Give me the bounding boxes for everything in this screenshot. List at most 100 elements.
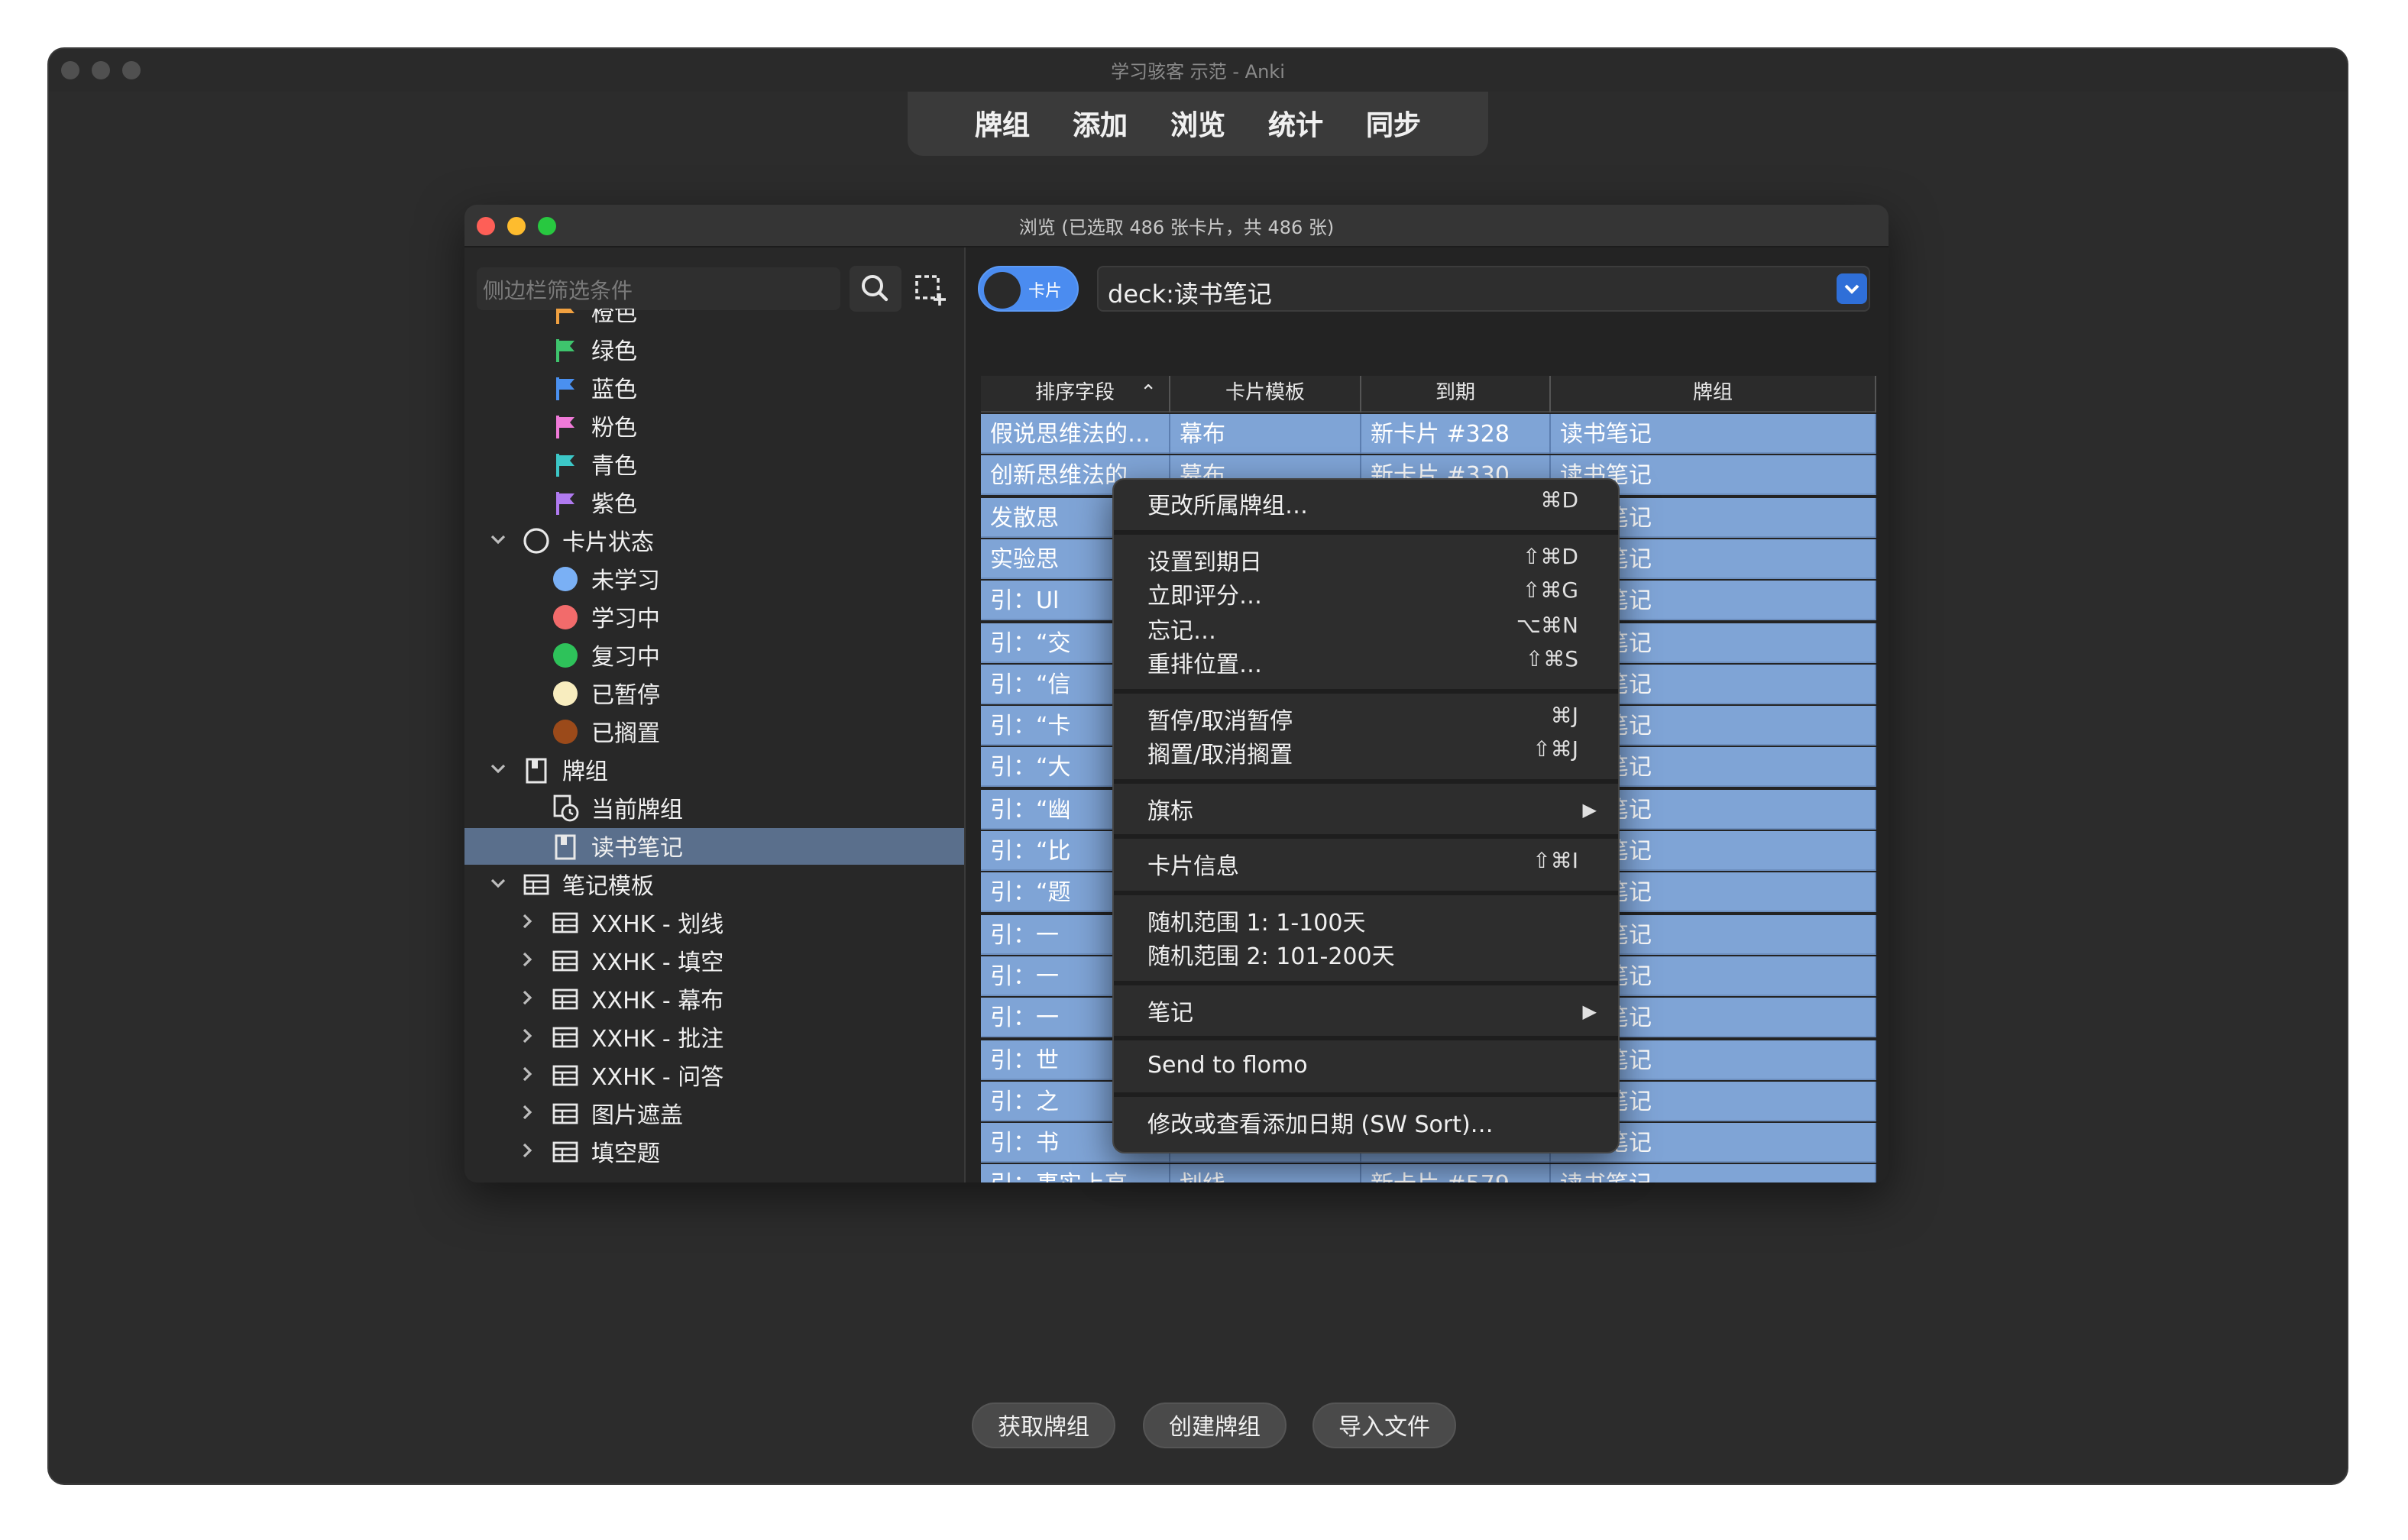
chevron-right-icon[interactable] xyxy=(516,911,538,932)
select-tool-icon[interactable] xyxy=(911,269,950,309)
menu-item[interactable]: 笔记 ▶ xyxy=(1147,995,1597,1029)
sidebar-item[interactable]: XXHK - 问答 xyxy=(464,1057,964,1094)
sidebar-item-label: 学习中 xyxy=(591,605,661,632)
menu-shortcut: ⌘D xyxy=(1540,489,1578,513)
column-sort-field[interactable]: 排序字段 ⌃ xyxy=(981,376,1170,412)
menu-item[interactable]: 随机范围 2: 101-200天 xyxy=(1147,940,1584,973)
sidebar-item[interactable]: 牌组 xyxy=(464,752,964,788)
chevron-down-icon[interactable] xyxy=(487,872,509,894)
menu-item[interactable]: 搁置/取消搁置 ⇧⌘J xyxy=(1147,738,1584,772)
deck-icon xyxy=(552,833,579,860)
sidebar-item[interactable]: XXHK - 批注 xyxy=(464,1019,964,1056)
toolbar-stats[interactable]: 统计 xyxy=(1256,98,1335,150)
table-cell: 划线 xyxy=(1170,1164,1361,1182)
sidebar-item-label: XXHK - 幕布 xyxy=(591,987,724,1014)
anki-main-window: 学习骇客 示范 - Anki 牌组 添加 浏览 统计 同步 获取牌组 创建牌组 … xyxy=(49,49,2347,1483)
sidebar-item[interactable]: 当前牌组 xyxy=(464,790,964,827)
sidebar-item[interactable]: 已搁置 xyxy=(464,713,964,750)
toolbar-browse[interactable]: 浏览 xyxy=(1158,98,1238,150)
table-row[interactable]: 引：事实上高…划线新卡片 #579读书笔记 xyxy=(981,1164,1876,1182)
cards-notes-toggle[interactable]: 卡片 xyxy=(978,266,1079,312)
toggle-knob xyxy=(984,272,1021,309)
sort-ascending-icon: ⌃ xyxy=(1140,382,1157,405)
sidebar-item[interactable]: 橙色 xyxy=(464,309,964,330)
menu-shortcut: ⇧⌘J xyxy=(1533,738,1578,762)
sidebar-item[interactable]: XXHK - 填空 xyxy=(464,943,964,979)
chevron-right-icon[interactable] xyxy=(516,949,538,970)
menu-item-label: 随机范围 2: 101-200天 xyxy=(1147,943,1395,970)
menu-item[interactable]: 随机范围 1: 1-100天 xyxy=(1147,905,1584,939)
sidebar-item[interactable]: XXHK - 划线 xyxy=(464,904,964,941)
submenu-arrow-icon: ▶ xyxy=(1582,1000,1597,1021)
sidebar-item[interactable]: 绿色 xyxy=(464,332,964,368)
sidebar-item-label: 牌组 xyxy=(562,758,609,785)
menu-item[interactable]: 卡片信息 ⇧⌘I xyxy=(1147,849,1584,883)
search-query-input[interactable]: deck:读书笔记 xyxy=(1097,266,1870,312)
sidebar-item[interactable]: 读书笔记 xyxy=(464,828,964,865)
menu-item[interactable]: 旗标 ▶ xyxy=(1147,794,1597,827)
sidebar-item[interactable]: XXHK - 幕布 xyxy=(464,981,964,1017)
menu-shortcut: ⇧⌘D xyxy=(1522,545,1578,569)
table-cell: 幕布 xyxy=(1170,414,1361,454)
menu-separator xyxy=(1114,980,1618,985)
menu-item[interactable]: 忘记… ⌥⌘N xyxy=(1147,613,1584,647)
column-due[interactable]: 到期 xyxy=(1361,376,1551,412)
sidebar-item[interactable]: 未学习 xyxy=(464,561,964,597)
menu-item-label: 更改所属牌组… xyxy=(1147,492,1309,519)
sidebar-item-label: 绿色 xyxy=(591,338,638,365)
chevron-right-icon[interactable] xyxy=(516,1140,538,1161)
sidebar-item[interactable]: 已暂停 xyxy=(464,675,964,712)
sidebar-item[interactable]: 青色 xyxy=(464,446,964,483)
menu-separator xyxy=(1114,778,1618,783)
main-toolbar: 牌组 添加 浏览 统计 同步 xyxy=(908,92,1488,156)
chevron-right-icon[interactable] xyxy=(516,1063,538,1085)
sidebar-item[interactable]: 填空题 xyxy=(464,1134,964,1170)
menu-shortcut: ⇧⌘S xyxy=(1525,648,1578,672)
menu-item[interactable]: 立即评分… ⇧⌘G xyxy=(1147,579,1584,613)
menu-separator xyxy=(1114,1036,1618,1040)
column-deck[interactable]: 牌组 xyxy=(1551,376,1876,412)
sidebar-search-input[interactable]: 侧边栏筛选条件 xyxy=(477,267,840,310)
create-deck-button[interactable]: 创建牌组 xyxy=(1143,1402,1287,1448)
menu-separator xyxy=(1114,529,1618,534)
chevron-down-icon[interactable] xyxy=(1837,273,1867,304)
menu-item[interactable]: 更改所属牌组… ⌘D xyxy=(1147,489,1584,522)
toolbar-sync[interactable]: 同步 xyxy=(1354,98,1433,150)
sidebar-item-label: 当前牌组 xyxy=(591,796,684,823)
toolbar-decks[interactable]: 牌组 xyxy=(963,98,1042,150)
column-card-template[interactable]: 卡片模板 xyxy=(1170,376,1361,412)
sidebar-item[interactable]: 紫色 xyxy=(464,484,964,521)
notetype-icon xyxy=(523,871,550,898)
chevron-right-icon[interactable] xyxy=(516,987,538,1008)
menu-item[interactable]: 设置到期日 ⇧⌘D xyxy=(1147,545,1584,578)
menu-item-label: 卡片信息 xyxy=(1147,852,1240,880)
sidebar-item-label: 图片遮盖 xyxy=(591,1102,684,1129)
menu-item[interactable]: Send to flomo xyxy=(1147,1051,1584,1085)
sidebar-item[interactable]: 复习中 xyxy=(464,637,964,674)
chevron-down-icon[interactable] xyxy=(487,529,509,550)
get-shared-button[interactable]: 获取牌组 xyxy=(972,1402,1115,1448)
notetype-icon xyxy=(552,985,579,1013)
menu-item[interactable]: 暂停/取消暂停 ⌘J xyxy=(1147,704,1584,737)
sidebar-item[interactable]: 学习中 xyxy=(464,599,964,636)
table-cell: 读书笔记 xyxy=(1551,1164,1876,1182)
sidebar-item[interactable]: 蓝色 xyxy=(464,370,964,406)
submenu-arrow-icon: ▶ xyxy=(1582,798,1597,820)
sidebar-item[interactable]: 笔记模板 xyxy=(464,866,964,903)
circle-outline-icon xyxy=(523,527,550,555)
sidebar-item[interactable]: 图片遮盖 xyxy=(464,1095,964,1132)
sidebar-item[interactable]: 粉色 xyxy=(464,408,964,445)
menu-item[interactable]: 重排位置… ⇧⌘S xyxy=(1147,648,1584,681)
chevron-right-icon[interactable] xyxy=(516,1102,538,1123)
search-icon[interactable] xyxy=(850,266,901,312)
menu-separator xyxy=(1114,1092,1618,1096)
toolbar-add[interactable]: 添加 xyxy=(1060,98,1140,150)
chevron-down-icon[interactable] xyxy=(487,758,509,779)
sidebar-item[interactable]: 卡片状态 xyxy=(464,522,964,559)
menu-item[interactable]: 修改或查看添加日期 (SW Sort)… xyxy=(1147,1107,1584,1140)
dot-blue-icon xyxy=(552,565,579,593)
chevron-right-icon[interactable] xyxy=(516,1025,538,1047)
current-deck-icon xyxy=(552,794,579,822)
table-row[interactable]: 假说思维法的… 幕布 新卡片 #328 读书笔记 xyxy=(981,414,1876,454)
import-file-button[interactable]: 导入文件 xyxy=(1312,1402,1456,1448)
